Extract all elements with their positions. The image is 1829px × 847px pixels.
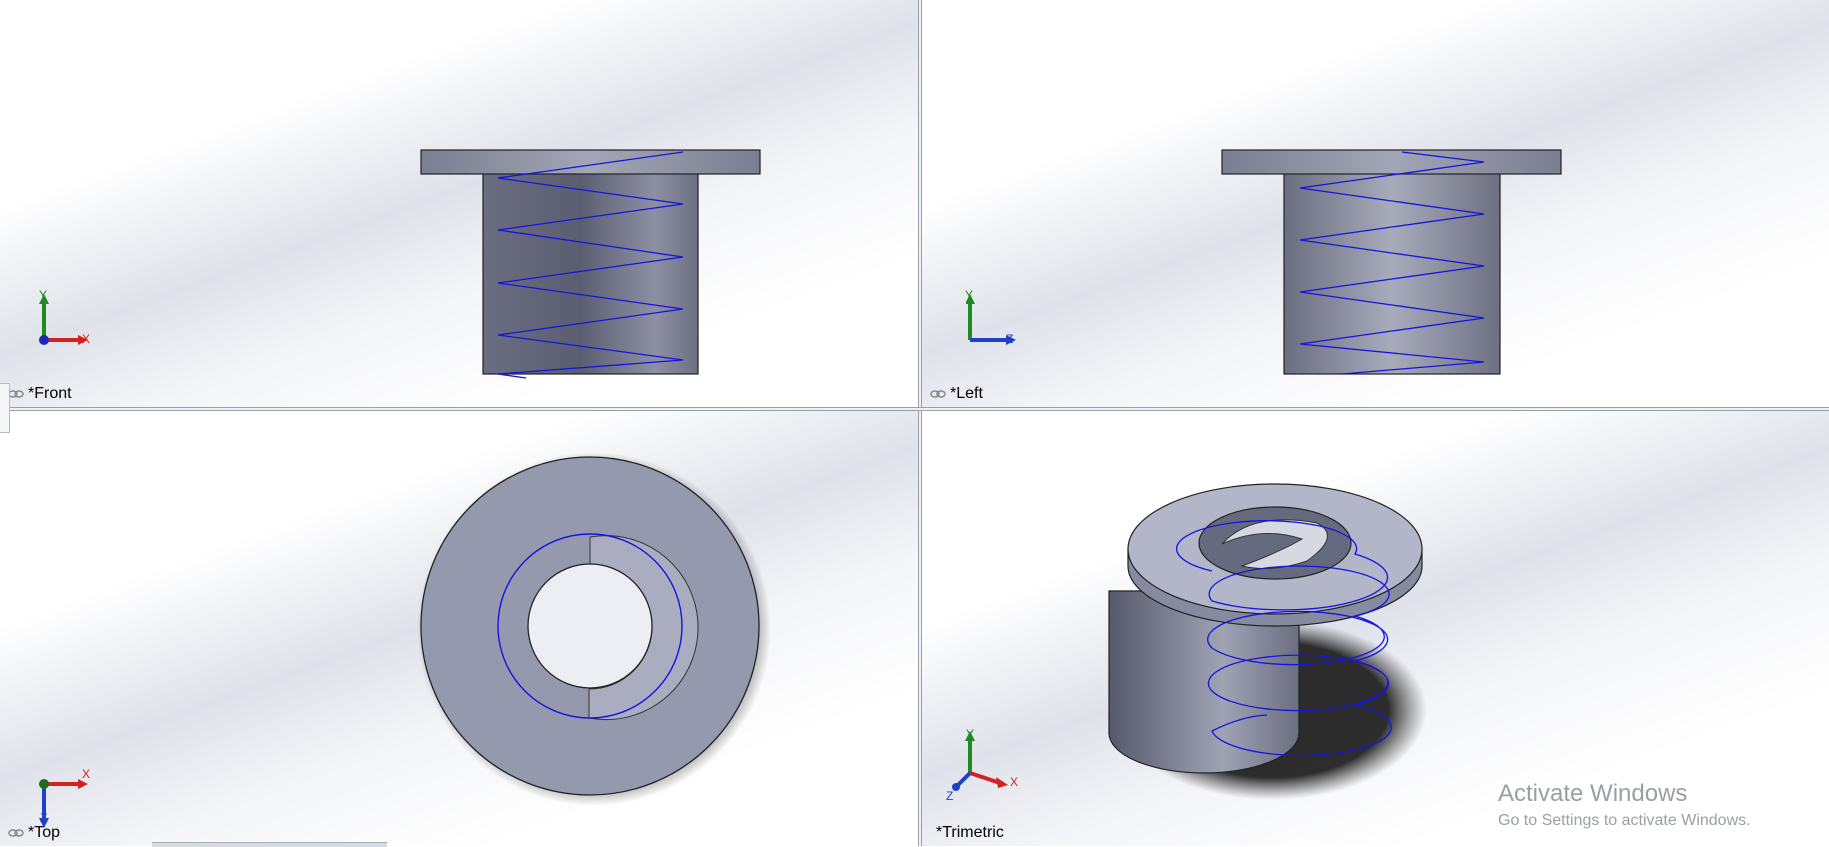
part-front-view	[420, 149, 761, 379]
horizontal-splitter[interactable]	[0, 407, 1829, 411]
view-name: *Top	[28, 824, 61, 841]
axis-x-label: X	[82, 767, 91, 781]
axis-triad-trimetric	[952, 731, 1008, 791]
axis-z-label: Z	[40, 811, 48, 825]
panel-collapse-tab[interactable]	[0, 383, 10, 433]
part-top-view	[417, 452, 771, 806]
link-icon	[8, 829, 24, 837]
axis-x-label: X	[82, 332, 91, 346]
activation-watermark: Activate Windows Go to Settings to activ…	[1498, 780, 1751, 830]
axis-y-label: Y	[39, 288, 48, 302]
viewport-top[interactable]: X Z *Top	[0, 411, 918, 846]
viewport-label-top: *Top	[8, 824, 60, 842]
axis-y-label: Y	[965, 288, 974, 302]
link-icon	[8, 390, 24, 398]
viewport-label-trimetric: *Trimetric	[936, 824, 1004, 842]
axis-x-label: X	[1010, 775, 1019, 789]
link-icon	[930, 390, 946, 398]
axis-z-label: Z	[946, 789, 954, 803]
viewport-left[interactable]: Y Z *Left	[922, 0, 1829, 407]
axis-y-label: Y	[966, 727, 975, 741]
part-left-view	[1221, 149, 1562, 375]
watermark-subtitle: Go to Settings to activate Windows.	[1498, 812, 1751, 829]
bottom-scroll-strip[interactable]	[152, 842, 387, 847]
viewport-front[interactable]: Y X *Front	[0, 0, 918, 407]
axis-triad-left	[966, 294, 1016, 345]
view-name: *Left	[950, 385, 983, 402]
vertical-splitter[interactable]	[918, 0, 922, 846]
axis-z-label: Z	[1006, 332, 1014, 346]
view-name: *Trimetric	[936, 824, 1004, 841]
view-name: *Front	[28, 385, 72, 402]
watermark-title: Activate Windows	[1498, 780, 1688, 807]
viewport-label-left: *Left	[930, 385, 983, 403]
viewport-label-front: *Front	[8, 385, 72, 403]
